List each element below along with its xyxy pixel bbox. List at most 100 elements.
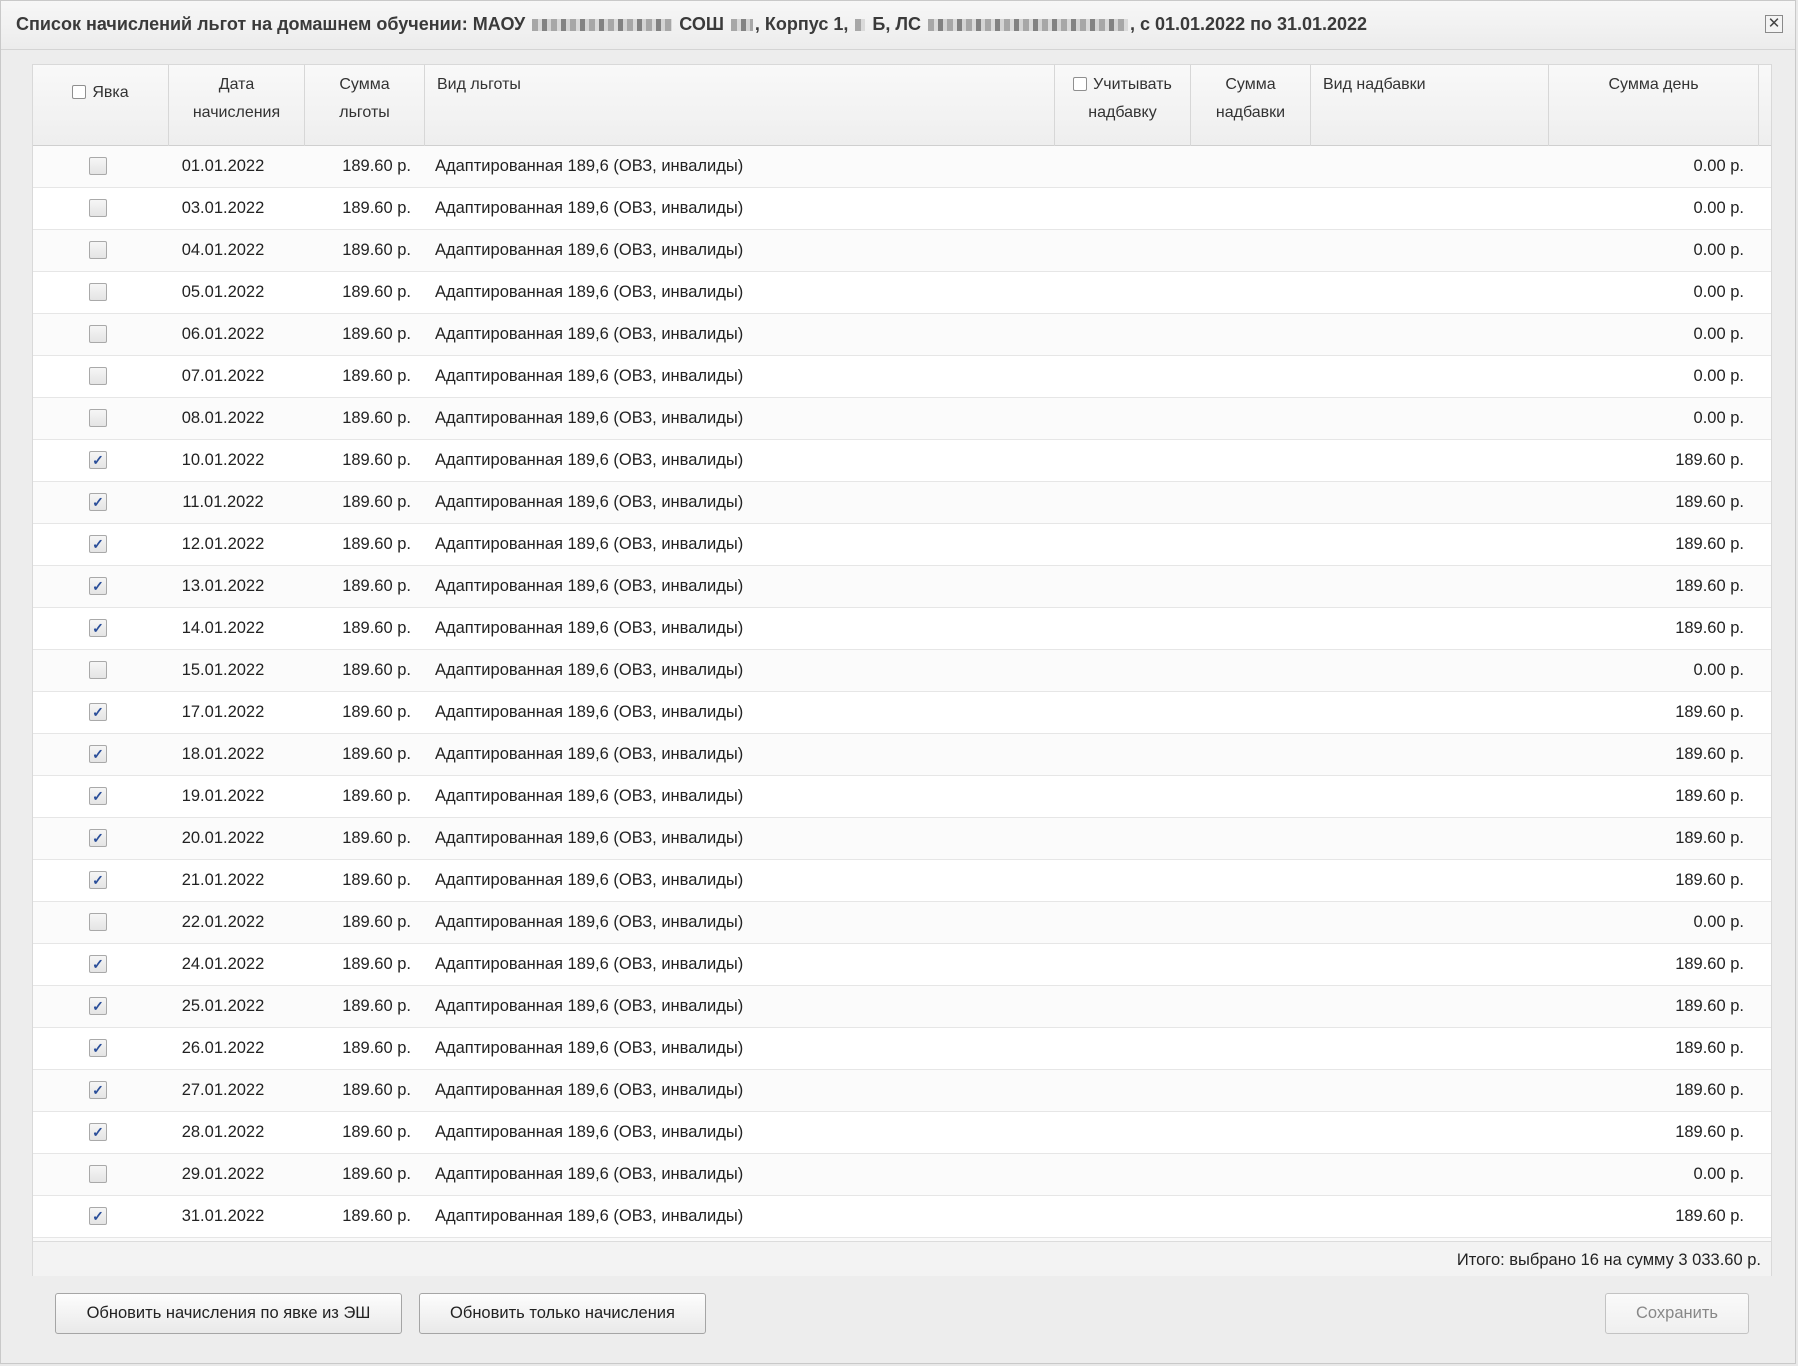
attendance-cell xyxy=(89,409,107,427)
attendance-cell: ✓ xyxy=(89,955,107,973)
benefit-sum: 189.60 р. xyxy=(342,871,411,889)
attendance-cell: ✓ xyxy=(89,1123,107,1141)
header-include-bonus-line2: надбавку xyxy=(1088,104,1157,121)
day-sum: 0.00 р. xyxy=(1693,1165,1744,1183)
benefit-sum: 189.60 р. xyxy=(342,955,411,973)
redacted-school-name xyxy=(532,19,673,32)
attendance-checkbox[interactable]: ✓ xyxy=(89,619,107,637)
table-row[interactable]: ✓ 11.01.2022 189.60 р. Адаптированная 189,6… xyxy=(33,482,1771,524)
attendance-checkbox[interactable] xyxy=(89,241,107,259)
table-row[interactable]: 03.01.2022 189.60 р. Адаптированная 189,6 … xyxy=(33,188,1771,230)
table-row[interactable]: ✓ 28.01.2022 189.60 р. Адаптированная 189,6… xyxy=(33,1112,1771,1154)
table-row[interactable]: 29.01.2022 189.60 р. Адаптированная 189,6 … xyxy=(33,1154,1771,1196)
redacted-account-name xyxy=(927,19,1128,32)
header-bonus-sum[interactable]: Сумма надбавки xyxy=(1191,65,1311,146)
attendance-checkbox[interactable] xyxy=(89,157,107,175)
benefit-sum: 189.60 р. xyxy=(342,661,411,679)
attendance-checkbox[interactable]: ✓ xyxy=(89,577,107,595)
day-sum: 0.00 р. xyxy=(1693,367,1744,385)
attendance-checkbox[interactable] xyxy=(89,661,107,679)
table-row[interactable]: ✓ 25.01.2022 189.60 р. Адаптированная 189,6… xyxy=(33,986,1771,1028)
benefit-type: Адаптированная 189,6 (ОВЗ, инвалиды) xyxy=(435,493,744,511)
accruals-grid: Явка Дата начисления Сумма льготы Вид ль… xyxy=(32,64,1772,1276)
table-row[interactable]: ✓ 19.01.2022 189.60 р. Адаптированная 189,6… xyxy=(33,776,1771,818)
refresh-attendance-button[interactable]: Обновить начисления по явке из ЭШ xyxy=(55,1293,402,1334)
table-row[interactable]: ✓ 21.01.2022 189.60 р. Адаптированная 189,6… xyxy=(33,860,1771,902)
table-row[interactable]: 05.01.2022 189.60 р. Адаптированная 189,6 … xyxy=(33,272,1771,314)
table-row[interactable]: ✓ 20.01.2022 189.60 р. Адаптированная 189,6… xyxy=(33,818,1771,860)
attendance-checkbox[interactable]: ✓ xyxy=(89,829,107,847)
table-row[interactable]: ✓ 31.01.2022 189.60 р. Адаптированная 189,6… xyxy=(33,1196,1771,1238)
accruals-dialog: Список начислений льгот на домашнем обуч… xyxy=(0,0,1796,1364)
close-icon[interactable]: ✕ xyxy=(1765,15,1783,33)
attendance-checkbox[interactable]: ✓ xyxy=(89,1039,107,1057)
include-bonus-checkbox[interactable] xyxy=(1073,77,1088,91)
attendance-checkbox[interactable]: ✓ xyxy=(89,871,107,889)
day-sum: 189.60 р. xyxy=(1675,955,1744,973)
attendance-cell: ✓ xyxy=(89,535,107,553)
attendance-checkbox[interactable]: ✓ xyxy=(89,745,107,763)
header-day-sum[interactable]: Сумма день xyxy=(1549,65,1759,146)
attendance-cell: ✓ xyxy=(89,1039,107,1057)
attendance-checkbox[interactable]: ✓ xyxy=(89,997,107,1015)
table-row[interactable]: ✓ 14.01.2022 189.60 р. Адаптированная 189,6… xyxy=(33,608,1771,650)
attendance-checkbox[interactable]: ✓ xyxy=(89,1123,107,1141)
day-sum: 0.00 р. xyxy=(1693,157,1744,175)
header-benefit-sum[interactable]: Сумма льготы xyxy=(305,65,425,146)
benefit-type: Адаптированная 189,6 (ОВЗ, инвалиды) xyxy=(435,325,744,343)
attendance-checkbox[interactable] xyxy=(89,409,107,427)
benefit-sum: 189.60 р. xyxy=(342,241,411,259)
benefit-sum: 189.60 р. xyxy=(342,367,411,385)
attendance-cell: ✓ xyxy=(89,1081,107,1099)
table-row[interactable]: ✓ 18.01.2022 189.60 р. Адаптированная 189,6… xyxy=(33,734,1771,776)
attendance-checkbox[interactable]: ✓ xyxy=(89,955,107,973)
header-date[interactable]: Дата начисления xyxy=(169,65,305,146)
select-all-checkbox[interactable] xyxy=(72,85,87,99)
table-row[interactable]: 04.01.2022 189.60 р. Адаптированная 189,6 … xyxy=(33,230,1771,272)
attendance-checkbox[interactable] xyxy=(89,325,107,343)
benefit-sum: 189.60 р. xyxy=(342,157,411,175)
attendance-checkbox[interactable]: ✓ xyxy=(89,703,107,721)
attendance-checkbox[interactable] xyxy=(89,1165,107,1183)
table-row[interactable]: ✓ 24.01.2022 189.60 р. Адаптированная 189,6… xyxy=(33,944,1771,986)
header-bonus-type[interactable]: Вид надбавки xyxy=(1311,65,1549,146)
table-row[interactable]: ✓ 10.01.2022 189.60 р. Адаптированная 189,6… xyxy=(33,440,1771,482)
table-row[interactable]: 08.01.2022 189.60 р. Адаптированная 189,6 … xyxy=(33,398,1771,440)
attendance-checkbox[interactable] xyxy=(89,913,107,931)
table-row[interactable]: ✓ 26.01.2022 189.60 р. Адаптированная 189,6… xyxy=(33,1028,1771,1070)
attendance-checkbox[interactable]: ✓ xyxy=(89,493,107,511)
benefit-sum: 189.60 р. xyxy=(342,1039,411,1057)
table-row[interactable]: ✓ 12.01.2022 189.60 р. Адаптированная 189,6… xyxy=(33,524,1771,566)
save-button[interactable]: Сохранить xyxy=(1605,1293,1749,1334)
attendance-checkbox[interactable]: ✓ xyxy=(89,787,107,805)
day-sum: 0.00 р. xyxy=(1693,913,1744,931)
attendance-checkbox[interactable]: ✓ xyxy=(89,451,107,469)
table-row[interactable]: ✓ 17.01.2022 189.60 р. Адаптированная 189,6… xyxy=(33,692,1771,734)
table-row[interactable]: ✓ 27.01.2022 189.60 р. Адаптированная 189,6… xyxy=(33,1070,1771,1112)
grid-body: 01.01.2022 189.60 р. Адаптированная 189,6 … xyxy=(33,146,1771,1238)
attendance-checkbox[interactable] xyxy=(89,199,107,217)
attendance-checkbox[interactable] xyxy=(89,283,107,301)
table-row[interactable]: 15.01.2022 189.60 р. Адаптированная 189,6 … xyxy=(33,650,1771,692)
title-text-period: , с 01.01.2022 по 31.01.2022 xyxy=(1129,14,1368,34)
table-row[interactable]: 07.01.2022 189.60 р. Адаптированная 189,6 … xyxy=(33,356,1771,398)
header-attendance[interactable]: Явка xyxy=(33,65,169,146)
header-benefit-type[interactable]: Вид льготы xyxy=(425,65,1055,146)
attendance-cell: ✓ xyxy=(89,703,107,721)
header-include-bonus[interactable]: Учитывать надбавку xyxy=(1055,65,1191,146)
attendance-cell xyxy=(89,1165,107,1183)
table-row[interactable]: 01.01.2022 189.60 р. Адаптированная 189,6 … xyxy=(33,146,1771,188)
total-summary: Итого: выбрано 16 на сумму 3 033.60 р. xyxy=(1456,1251,1761,1269)
attendance-checkbox[interactable]: ✓ xyxy=(89,535,107,553)
attendance-checkbox[interactable]: ✓ xyxy=(89,1207,107,1225)
benefit-sum: 189.60 р. xyxy=(342,913,411,931)
attendance-checkbox[interactable] xyxy=(89,367,107,385)
table-row[interactable]: ✓ 13.01.2022 189.60 р. Адаптированная 189,6… xyxy=(33,566,1771,608)
attendance-cell: ✓ xyxy=(89,577,107,595)
table-row[interactable]: 06.01.2022 189.60 р. Адаптированная 189,6 … xyxy=(33,314,1771,356)
attendance-cell: ✓ xyxy=(89,871,107,889)
attendance-checkbox[interactable]: ✓ xyxy=(89,1081,107,1099)
benefit-sum: 189.60 р. xyxy=(342,535,411,553)
table-row[interactable]: 22.01.2022 189.60 р. Адаптированная 189,6 … xyxy=(33,902,1771,944)
refresh-accruals-button[interactable]: Обновить только начисления xyxy=(419,1293,706,1334)
